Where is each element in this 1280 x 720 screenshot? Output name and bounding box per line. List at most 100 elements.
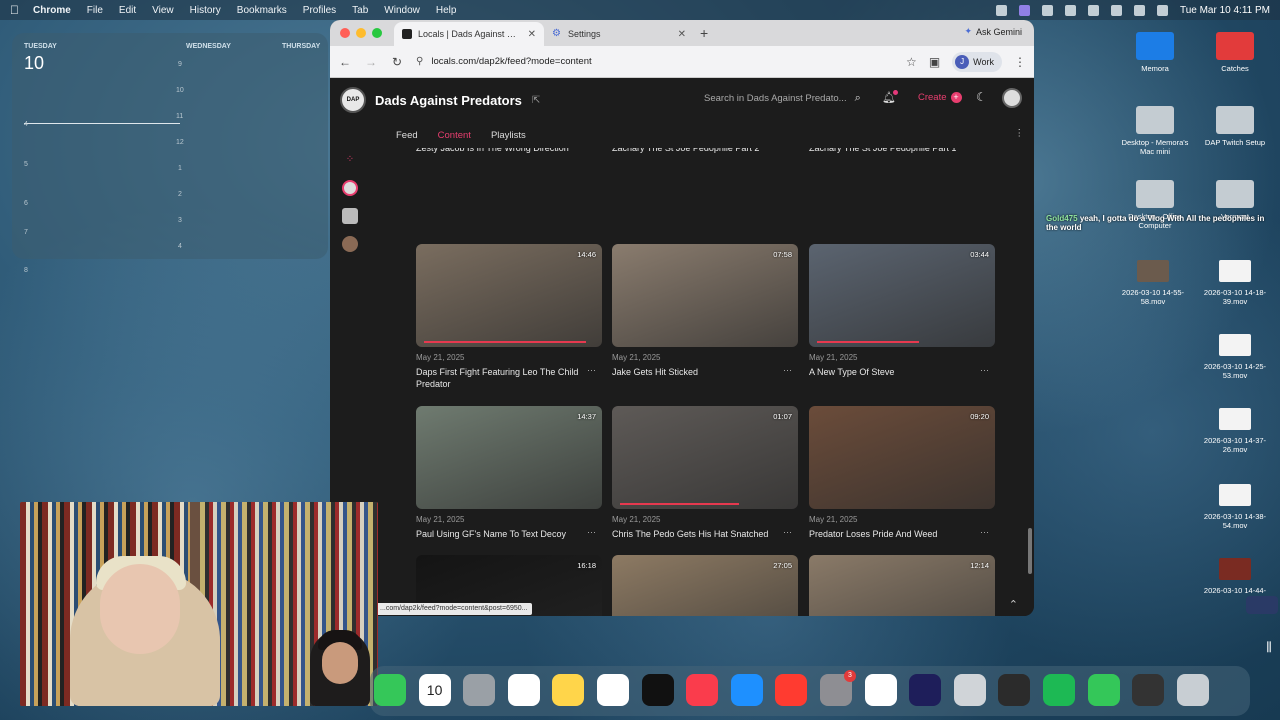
contacts-icon[interactable]	[463, 674, 496, 706]
community-avatar[interactable]	[342, 180, 358, 196]
search-icon[interactable]: ⌕	[855, 92, 861, 105]
close-window-button[interactable]	[340, 28, 350, 38]
video-title[interactable]: Predator Loses Pride And Weed	[809, 528, 981, 540]
menu-view[interactable]: View	[152, 5, 174, 16]
menu-app-name[interactable]: Chrome	[33, 5, 71, 16]
menu-window[interactable]: Window	[384, 5, 420, 16]
cast-icon[interactable]: ▣	[929, 55, 940, 69]
video-options-icon[interactable]: ⋯	[783, 365, 792, 376]
status-icon[interactable]	[1041, 4, 1053, 16]
community-avatar[interactable]	[342, 236, 358, 252]
premiere-pro-icon[interactable]	[909, 674, 942, 706]
notes-icon[interactable]	[552, 674, 585, 706]
video-thumbnail[interactable]: 03:44	[809, 244, 995, 347]
video-card[interactable]: 14:46 May 21, 2025 Daps First Fight Featur…	[416, 244, 602, 390]
video-thumbnail[interactable]: 14:37	[416, 406, 602, 509]
video-thumbnail[interactable]: 01:07	[612, 406, 798, 509]
video-options-icon[interactable]: ⋯	[980, 527, 989, 538]
spotify-icon[interactable]	[1043, 674, 1075, 706]
profile-chip[interactable]: J Work	[952, 51, 1002, 72]
minimize-window-button[interactable]	[356, 28, 366, 38]
calendar-widget[interactable]: TUESDAY WEDNESDAY THURSDAY 10 4 5 6 7 8 …	[12, 33, 328, 274]
headphones-icon[interactable]	[1087, 4, 1099, 16]
tab-locals[interactable]: Locals | Dads Against Predators ✕	[394, 22, 544, 46]
menu-tab[interactable]: Tab	[352, 5, 368, 16]
video-title[interactable]: Jake Gets Hit Sticked	[612, 366, 784, 378]
video-thumbnail[interactable]: 12:14	[809, 555, 995, 616]
tab-settings[interactable]: ⚙ Settings ✕	[544, 22, 694, 46]
video-options-icon[interactable]: ⋯	[587, 527, 596, 538]
scrollbar[interactable]	[1028, 528, 1032, 574]
menu-bookmarks[interactable]: Bookmarks	[237, 5, 287, 16]
phone-icon[interactable]	[1087, 674, 1120, 706]
terminal-icon[interactable]	[1132, 674, 1165, 706]
address-bar[interactable]: ⚲ locals.com/dap2k/feed?mode=content	[416, 56, 894, 67]
tab-content[interactable]: Content	[438, 130, 471, 141]
create-button[interactable]: Create +	[918, 92, 962, 103]
system-settings-icon[interactable]: 3	[820, 670, 856, 706]
video-thumbnail[interactable]: 27:05	[612, 555, 798, 616]
desktop-item[interactable]: 2026-03-10 14-38-54.mov	[1200, 484, 1270, 530]
close-tab-icon[interactable]: ✕	[678, 29, 686, 40]
video-thumbnail[interactable]: 14:46	[416, 244, 602, 347]
control-strip-icon[interactable]: ⫼	[1262, 640, 1276, 680]
site-info-icon[interactable]: ⚲	[416, 56, 423, 67]
bookmark-star-icon[interactable]: ☆	[906, 55, 917, 69]
apps-grid-icon[interactable]: ⁘	[342, 152, 358, 168]
play-icon[interactable]	[1064, 4, 1076, 16]
back-arrow-icon[interactable]: ←	[338, 55, 352, 69]
video-card[interactable]: 07:58 May 21, 2025 Jake Gets Hit Sticked ⋯	[612, 244, 798, 378]
control-center-icon[interactable]	[1156, 4, 1168, 16]
menubar-clock[interactable]: Tue Mar 10 4:11 PM	[1180, 5, 1270, 16]
search-icon[interactable]	[1133, 4, 1145, 16]
video-title[interactable]: Zachary The St Joe Pedophile Part 2	[612, 148, 784, 154]
video-title[interactable]: Zachary The St Joe Pedophile Part 1	[809, 148, 981, 154]
menu-profiles[interactable]: Profiles	[303, 5, 336, 16]
video-title[interactable]: Zesty Jacob Is In The Wrong Direction	[416, 148, 588, 154]
video-options-icon[interactable]: ⋯	[587, 148, 596, 152]
freeform-icon[interactable]	[597, 674, 629, 706]
close-tab-icon[interactable]: ✕	[528, 29, 536, 40]
desktop-item[interactable]: Memora	[1120, 32, 1190, 73]
dark-mode-toggle-icon[interactable]: ☾	[976, 90, 987, 104]
video-thumbnail[interactable]: 07:58	[612, 244, 798, 347]
video-thumbnail[interactable]: 09:20	[809, 406, 995, 509]
site-search[interactable]: Search in Dads Against Predato... ⌕	[704, 92, 861, 105]
share-icon[interactable]: ⇱	[532, 95, 540, 106]
screen-record-icon[interactable]	[1018, 4, 1030, 16]
more-options-icon[interactable]: ⋮	[1015, 128, 1025, 139]
video-options-icon[interactable]: ⋯	[980, 148, 989, 152]
search-input[interactable]: Search in Dads Against Predato...	[704, 93, 847, 104]
video-card[interactable]: 12:14	[809, 555, 995, 616]
apple-tv-icon[interactable]	[641, 674, 674, 706]
apple-icon[interactable]: 	[10, 3, 19, 17]
tab-playlists[interactable]: Playlists	[491, 130, 526, 141]
app-store-icon[interactable]	[730, 674, 763, 706]
site-logo[interactable]: DAP	[340, 87, 366, 113]
side-panel-button[interactable]	[1246, 596, 1278, 614]
video-title[interactable]: Chris The Pedo Gets His Hat Snatched	[612, 528, 784, 540]
reload-icon[interactable]: ↻	[390, 55, 404, 69]
user-avatar[interactable]	[1002, 88, 1022, 108]
video-card[interactable]: 03:44 May 21, 2025 A New Type Of Steve ⋯	[809, 244, 995, 378]
video-title[interactable]: Paul Using GF's Name To Text Decoy	[416, 528, 588, 540]
community-avatar[interactable]	[342, 208, 358, 224]
messages-icon[interactable]	[374, 674, 406, 706]
desktop-item[interactable]: DAP Twitch Setup	[1200, 106, 1270, 147]
forward-arrow-icon[interactable]: →	[364, 55, 378, 69]
desktop-item[interactable]: 2026-03-10 14-55-58.mov	[1118, 260, 1188, 306]
menu-help[interactable]: Help	[436, 5, 457, 16]
video-card[interactable]: May 28, 2025Zachary The St Joe Pedophile…	[612, 148, 798, 154]
screenshot-icon[interactable]	[953, 674, 986, 706]
notifications-bell-icon[interactable]: 🔔︎	[882, 90, 898, 104]
menu-history[interactable]: History	[190, 5, 221, 16]
desktop-item[interactable]: Catches	[1200, 32, 1270, 73]
video-card[interactable]: May 28, 2025Zesty Jacob Is In The Wrong …	[416, 148, 602, 154]
video-title[interactable]: A New Type Of Steve	[809, 366, 981, 378]
obs-icon[interactable]	[998, 674, 1031, 706]
video-options-icon[interactable]: ⋯	[783, 148, 792, 152]
music-icon[interactable]	[686, 674, 719, 706]
ask-gemini-button[interactable]: ✦ Ask Gemini	[964, 26, 1022, 37]
desktop-item[interactable]: 2026-03-10 14-37-26.mov	[1200, 408, 1270, 454]
desktop-item[interactable]: 2026-03-10 14-18-39.mov	[1200, 260, 1270, 306]
